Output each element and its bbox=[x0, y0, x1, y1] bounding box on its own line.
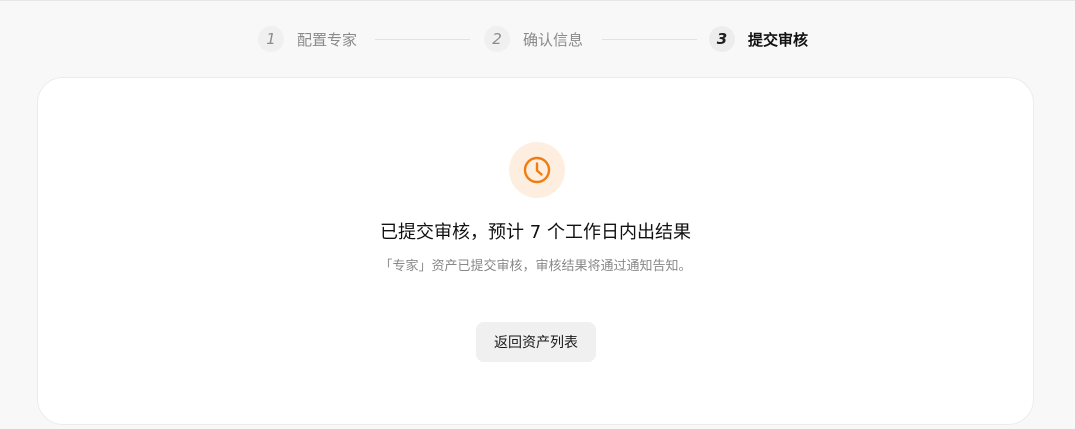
step-confirm-info: 2 确认信息 bbox=[484, 23, 583, 55]
step-connector bbox=[375, 39, 470, 40]
step-number: 1 bbox=[258, 26, 284, 52]
back-to-asset-list-button[interactable]: 返回资产列表 bbox=[476, 322, 596, 362]
status-icon-container bbox=[509, 142, 565, 198]
step-number: 3 bbox=[709, 26, 735, 52]
step-number: 2 bbox=[484, 26, 510, 52]
result-card: 已提交审核，预计 7 个工作日内出结果 「专家」资产已提交审核，审核结果将通过通… bbox=[37, 77, 1034, 425]
step-label: 配置专家 bbox=[297, 30, 358, 49]
result-subtitle: 「专家」资产已提交审核，审核结果将通过通知告知。 bbox=[379, 259, 692, 274]
step-label: 提交审核 bbox=[748, 30, 809, 49]
stepper: 1 配置专家 2 确认信息 3 提交审核 bbox=[0, 23, 1075, 55]
step-configure-expert: 1 配置专家 bbox=[258, 23, 357, 55]
top-divider bbox=[0, 0, 1075, 1]
step-connector bbox=[602, 39, 697, 40]
result-title: 已提交审核，预计 7 个工作日内出结果 bbox=[380, 222, 691, 243]
step-submit-review: 3 提交审核 bbox=[709, 23, 808, 55]
clock-icon bbox=[523, 156, 551, 184]
step-label: 确认信息 bbox=[523, 30, 584, 49]
